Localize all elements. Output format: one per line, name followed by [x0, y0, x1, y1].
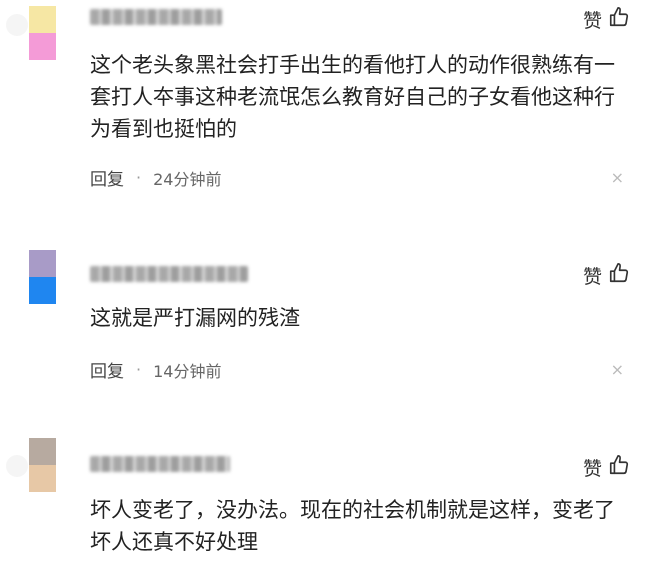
- thumbs-up-icon: [608, 6, 630, 33]
- username[interactable]: [90, 456, 230, 472]
- thumbs-up-icon: [608, 454, 630, 481]
- username[interactable]: [90, 266, 248, 282]
- avatar[interactable]: [29, 438, 56, 492]
- avatar-top: [29, 250, 56, 277]
- like-label: 赞: [582, 458, 602, 480]
- comment-item: 赞 这就是严打漏网的残渣 回复 · 14分钟前 ×: [0, 240, 660, 390]
- meta-separator: ·: [136, 168, 142, 187]
- reply-button[interactable]: 回复: [90, 357, 124, 382]
- comment-meta: 回复 · 24分钟前: [90, 165, 221, 190]
- comment-item: 赞 这个老头象黑社会打手出生的看他打人的动作很熟练有一套打人夲事这种老流氓怎么教…: [0, 0, 660, 200]
- thumbs-up-icon: [608, 262, 630, 289]
- like-button[interactable]: 赞: [583, 6, 630, 33]
- comment-time: 24分钟前: [153, 169, 222, 189]
- close-icon[interactable]: ×: [611, 168, 624, 187]
- like-label: 赞: [582, 10, 602, 32]
- comment-time: 14分钟前: [153, 361, 222, 381]
- comment-meta: 回复 · 14分钟前: [90, 357, 221, 382]
- avatar-top: [29, 6, 56, 33]
- close-icon[interactable]: ×: [611, 360, 624, 379]
- meta-separator: ·: [136, 360, 142, 379]
- avatar[interactable]: [29, 250, 56, 304]
- avatar-bottom: [29, 465, 56, 492]
- comment-text: 坏人变老了，没办法。现在的社会机制就是这样，变老了坏人还真不好处理: [90, 498, 615, 554]
- avatar-top: [29, 438, 56, 465]
- reply-button[interactable]: 回复: [90, 165, 124, 190]
- username[interactable]: [90, 9, 222, 25]
- avatar[interactable]: [29, 6, 56, 60]
- comment-text: 这就是严打漏网的残渣: [90, 306, 300, 330]
- like-button[interactable]: 赞: [583, 262, 630, 289]
- like-button[interactable]: 赞: [583, 454, 630, 481]
- comment-item: 赞 坏人变老了，没办法。现在的社会机制就是这样，变老了坏人还真不好处理: [0, 430, 660, 565]
- avatar-bottom: [29, 277, 56, 304]
- avatar-bottom: [29, 33, 56, 60]
- like-label: 赞: [582, 266, 602, 288]
- comment-text: 这个老头象黑社会打手出生的看他打人的动作很熟练有一套打人夲事这种老流氓怎么教育好…: [90, 53, 615, 141]
